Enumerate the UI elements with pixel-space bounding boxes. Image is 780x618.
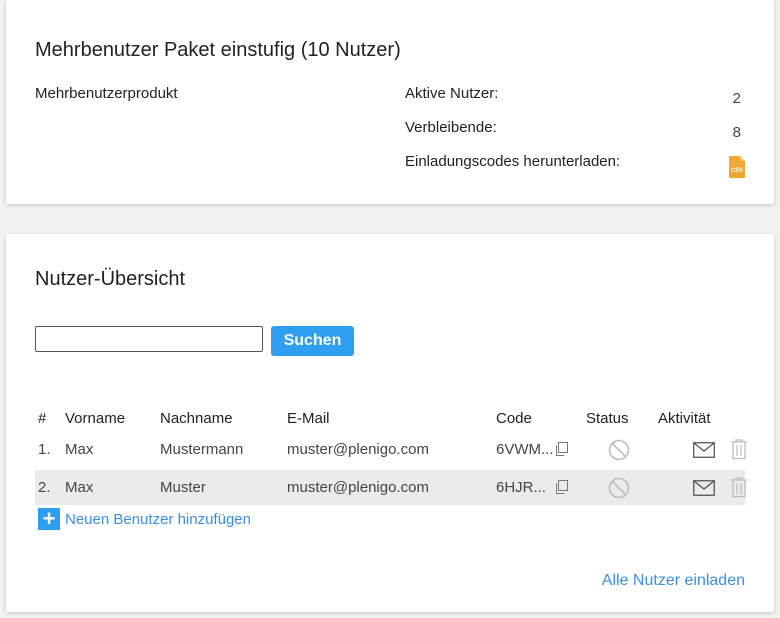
search-button[interactable]: Suchen	[271, 326, 354, 356]
active-users-label: Aktive Nutzer:	[405, 85, 499, 102]
csv-icon-text: CSV	[731, 168, 743, 174]
row-email: muster@plenigo.com	[287, 479, 429, 496]
remaining-value: 8	[732, 124, 741, 141]
mail-icon[interactable]	[693, 480, 715, 496]
row-email: muster@plenigo.com	[287, 441, 429, 458]
col-email: E-Mail	[287, 410, 330, 427]
csv-file-icon[interactable]: CSV	[728, 155, 746, 179]
col-code: Code	[496, 410, 532, 427]
row-code: 6VWM...	[496, 441, 554, 458]
package-card: Mehrbenutzer Paket einstufig (10 Nutzer)…	[6, 0, 774, 204]
copy-icon[interactable]	[554, 441, 570, 457]
overview-title: Nutzer-Übersicht	[35, 268, 186, 290]
trash-icon[interactable]	[730, 476, 748, 498]
row-code: 6HJR...	[496, 479, 547, 496]
plus-icon[interactable]: +	[38, 508, 60, 530]
row-index: 1.	[38, 441, 51, 458]
product-label: Mehrbenutzerprodukt	[35, 85, 178, 102]
row-firstname: Max	[65, 441, 94, 458]
table-row: 2. Max Muster muster@plenigo.com 6HJR...	[35, 470, 748, 505]
col-firstname: Vorname	[65, 410, 126, 427]
trash-icon[interactable]	[730, 438, 748, 460]
row-lastname: Mustermann	[160, 441, 244, 458]
col-index: #	[38, 410, 47, 427]
package-title: Mehrbenutzer Paket einstufig (10 Nutzer)	[35, 39, 401, 61]
col-activity: Aktivität	[658, 410, 711, 427]
row-firstname: Max	[65, 479, 94, 496]
search-input[interactable]	[35, 326, 263, 352]
copy-icon[interactable]	[554, 479, 570, 495]
row-lastname: Muster	[160, 479, 206, 496]
mail-icon[interactable]	[693, 442, 715, 458]
col-status: Status	[586, 410, 629, 427]
table-row: 1. Max Mustermann muster@plenigo.com 6VW…	[35, 432, 748, 467]
user-overview-card: Nutzer-Übersicht Suchen # Vorname Nachna…	[6, 234, 774, 612]
invite-all-link[interactable]: Alle Nutzer einladen	[602, 572, 745, 590]
add-user-link[interactable]: Neuen Benutzer hinzufügen	[65, 511, 251, 528]
status-disabled-icon[interactable]	[608, 439, 630, 461]
row-index: 2.	[38, 479, 51, 496]
col-lastname: Nachname	[160, 410, 233, 427]
download-codes-label: Einladungscodes herunterladen:	[405, 153, 621, 170]
active-users-value: 2	[732, 90, 741, 107]
remaining-label: Verbleibende:	[405, 119, 497, 136]
status-disabled-icon[interactable]	[608, 477, 630, 499]
